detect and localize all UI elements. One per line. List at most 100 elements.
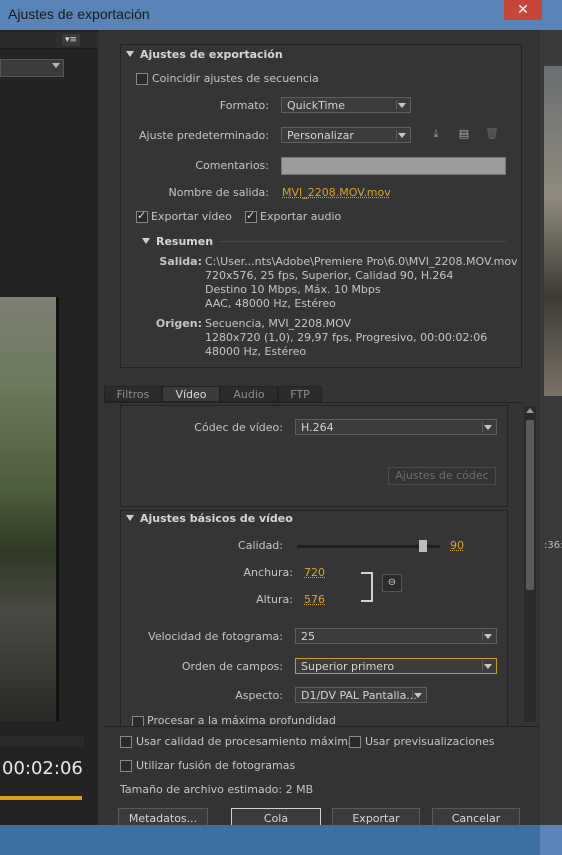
field-order-dropdown[interactable]: Superior primero: [295, 658, 497, 674]
source-dropdown[interactable]: [0, 59, 64, 77]
codec-settings-button[interactable]: Ajustes de códec: [388, 467, 496, 485]
aspect-dropdown[interactable]: D1/DV PAL Pantalla...: [295, 687, 427, 703]
height-value[interactable]: 576: [304, 593, 325, 606]
chevron-down-icon: [482, 422, 493, 432]
export-settings-header[interactable]: Ajustes de exportación: [126, 48, 283, 61]
settings-scrollbar[interactable]: [524, 406, 536, 722]
quality-label: Calidad:: [238, 539, 283, 552]
framerate-dropdown[interactable]: 25: [295, 628, 497, 644]
width-label: Anchura:: [243, 566, 293, 579]
output-summary-label: Salida:: [159, 255, 202, 268]
aspect-value: D1/DV PAL Pantalla...: [301, 689, 417, 702]
chevron-down-icon: [482, 631, 493, 641]
codec-dropdown[interactable]: H.264: [295, 419, 497, 435]
source-panel-header: ▾≡: [0, 32, 98, 49]
aspect-label: Aspecto:: [235, 689, 283, 702]
preset-dropdown[interactable]: Personalizar: [281, 127, 411, 143]
frame-blending-checkbox[interactable]: [120, 760, 132, 772]
taskbar: [0, 825, 562, 855]
format-dropdown[interactable]: QuickTime: [281, 97, 411, 113]
format-label: Formato:: [219, 99, 269, 112]
export-video-checkbox[interactable]: [136, 209, 148, 223]
chevron-down-icon: [396, 100, 407, 110]
chevron-down-icon: [412, 690, 423, 700]
frame-blending-label: Utilizar fusión de fotogramas: [136, 759, 296, 772]
quality-slider[interactable]: [297, 540, 440, 552]
summary-title: Resumen: [156, 235, 214, 248]
file-size-label: Tamaño de archivo estimado:: [120, 783, 283, 796]
basic-video-title: Ajustes básicos de vídeo: [140, 512, 293, 525]
scroll-up-icon[interactable]: [526, 408, 534, 413]
comments-label: Comentarios:: [195, 159, 269, 172]
chevron-down-icon: [52, 63, 60, 68]
background-timecode: :36:: [544, 540, 562, 551]
chevron-down-icon: [482, 661, 493, 671]
source-preview-image: [0, 297, 59, 721]
tab-video[interactable]: Vídeo: [162, 386, 220, 402]
quality-value[interactable]: 90: [450, 539, 464, 552]
export-settings-title: Ajustes de exportación: [140, 48, 283, 61]
output-name-link[interactable]: MVI_2208.MOV.mov: [282, 186, 391, 199]
preview-scrollbar[interactable]: [0, 736, 84, 746]
export-audio-checkbox[interactable]: [245, 209, 257, 223]
estimated-file-size: Tamaño de archivo estimado: 2 MB: [120, 783, 313, 796]
collapse-icon: [126, 515, 134, 521]
import-preset-icon[interactable]: ▤: [458, 128, 470, 140]
delete-preset-icon[interactable]: 🗑: [485, 128, 499, 140]
save-preset-icon[interactable]: ⤓: [430, 128, 442, 140]
use-previews-checkbox[interactable]: [349, 736, 361, 748]
comments-input[interactable]: [281, 157, 506, 175]
output-summary-line: 720x576, 25 fps, Superior, Calidad 90, H…: [205, 269, 454, 282]
max-depth-label: Procesar a la máxima profundidad: [147, 714, 336, 724]
height-label: Altura:: [256, 593, 293, 606]
codec-label: Códec de vídeo:: [194, 421, 283, 434]
field-order-value: Superior primero: [301, 660, 395, 673]
summary-divider: [218, 241, 506, 242]
export-audio-label: Exportar audio: [260, 210, 342, 223]
use-previews-label: Usar previsualizaciones: [365, 735, 495, 748]
source-summary-line: 1280x720 (1,0), 29,97 fps, Progresivo, 0…: [205, 331, 488, 344]
match-sequence-label: Coincidir ajustes de secuencia: [152, 72, 319, 85]
tab-filtros[interactable]: Filtros: [104, 386, 162, 402]
scrollbar-thumb[interactable]: [526, 420, 534, 590]
file-size-value: 2 MB: [285, 783, 314, 796]
source-summary-line: Secuencia, MVI_2208.MOV: [205, 317, 352, 330]
collapse-icon: [142, 238, 150, 244]
quality-slider-knob[interactable]: [419, 540, 427, 552]
source-summary-line: 48000 Hz, Estéreo: [205, 345, 307, 358]
settings-tabs: Filtros Vídeo Audio FTP: [104, 386, 522, 403]
output-summary-line: C:\User...nts\Adobe\Premiere Pro\6.0\MVI…: [205, 255, 518, 268]
max-render-quality-checkbox[interactable]: [120, 736, 132, 748]
collapse-icon: [126, 51, 134, 57]
link-icon[interactable]: ⊖: [382, 574, 402, 592]
background-image: [544, 66, 562, 396]
output-summary-line: Destino 10 Mbps, Máx. 10 Mbps: [205, 283, 381, 296]
chevron-down-icon: [396, 130, 407, 140]
codec-value: H.264: [301, 421, 334, 434]
width-value[interactable]: 720: [304, 566, 325, 579]
title-bar: Ajustes de exportación ✕: [0, 0, 562, 30]
taskbar-window: [0, 825, 540, 855]
framerate-value: 25: [301, 630, 315, 643]
field-order-label: Orden de campos:: [181, 660, 283, 673]
preset-value: Personalizar: [287, 129, 354, 142]
source-summary-label: Origen:: [155, 317, 202, 330]
summary-header[interactable]: Resumen: [142, 235, 213, 248]
tab-ftp[interactable]: FTP: [278, 386, 322, 402]
output-name-label: Nombre de salida:: [168, 186, 269, 199]
source-summary: Secuencia, MVI_2208.MOV 1280x720 (1,0), …: [205, 317, 487, 359]
timecode: 00:02:06: [2, 758, 83, 779]
format-value: QuickTime: [287, 99, 346, 112]
timeline-bar[interactable]: [0, 796, 82, 800]
panel-menu-icon[interactable]: ▾≡: [62, 34, 80, 46]
framerate-label: Velocidad de fotograma:: [148, 630, 283, 643]
export-video-label: Exportar vídeo: [151, 210, 232, 223]
match-sequence-checkbox[interactable]: [136, 73, 148, 85]
tab-audio[interactable]: Audio: [220, 386, 278, 402]
preset-label: Ajuste predeterminado:: [139, 129, 269, 142]
aspect-link-bracket: [361, 572, 373, 602]
close-button[interactable]: ✕: [504, 0, 542, 20]
output-summary-line: AAC, 48000 Hz, Estéreo: [205, 297, 336, 310]
window-title: Ajustes de exportación: [8, 6, 150, 22]
basic-video-header[interactable]: Ajustes básicos de vídeo: [126, 512, 293, 525]
